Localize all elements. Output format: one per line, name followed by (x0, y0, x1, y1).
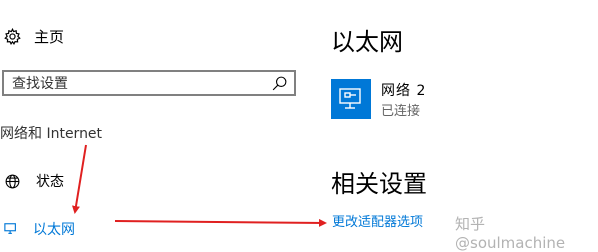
network-item[interactable]: 网络 2 已连接 (331, 79, 511, 121)
page-title: 以太网 (331, 28, 403, 56)
gear-icon (4, 27, 21, 45)
search-input[interactable] (12, 74, 262, 93)
nav-item-status-label: 状态 (36, 174, 64, 190)
ethernet-icon (4, 223, 16, 234)
nav-item-status[interactable]: 状态 (4, 170, 154, 192)
nav-item-home-label: 主页 (34, 27, 65, 46)
section-heading: 网络和 Internet (0, 126, 103, 142)
nav-item-ethernet[interactable]: 以太网 (0, 217, 150, 241)
globe-icon (5, 174, 20, 188)
network-status: 已连接 (381, 104, 421, 119)
change-adapter-options-link[interactable]: 更改适配器选项 (332, 211, 423, 230)
nav-item-home[interactable]: 主页 (4, 25, 154, 47)
network-tile (331, 79, 371, 119)
search-box (2, 70, 296, 96)
network-name: 网络 2 (381, 83, 427, 99)
nav-item-ethernet-label: 以太网 (33, 222, 75, 238)
watermark: 知乎 @soulmachine (455, 215, 566, 252)
search-icon[interactable] (271, 75, 288, 92)
related-settings-heading: 相关设置 (331, 170, 427, 198)
monitor-icon (339, 88, 361, 109)
